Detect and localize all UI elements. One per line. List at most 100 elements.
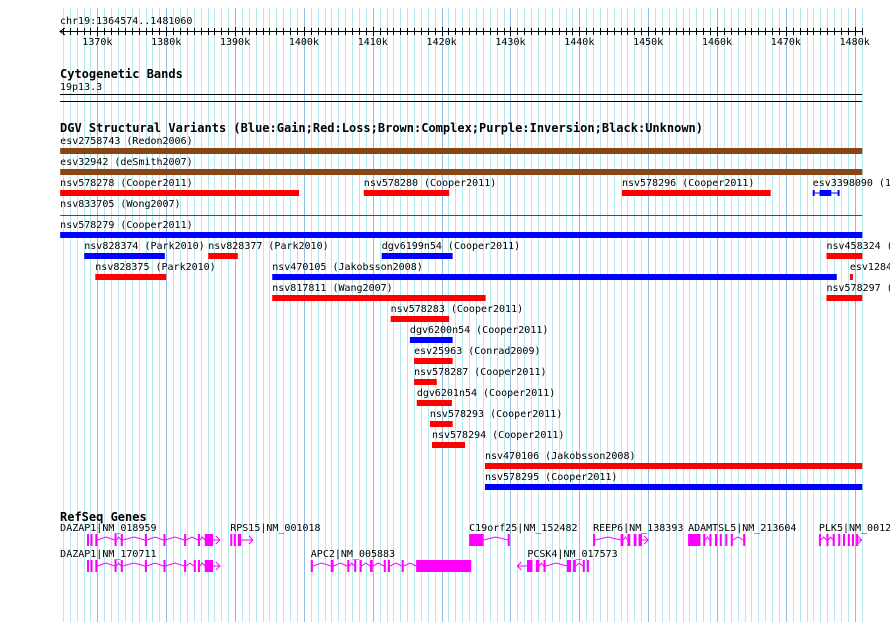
variant-feature[interactable]: nsv828377 (Park2010) [208, 241, 329, 259]
gene-exon[interactable] [114, 560, 117, 572]
gene-exon[interactable] [144, 560, 147, 572]
variant-feature[interactable]: nsv578279 (Cooper2011) [60, 220, 863, 238]
gene-exon[interactable] [204, 560, 214, 572]
gene-exon[interactable] [573, 560, 576, 572]
variant-bar[interactable] [95, 274, 167, 280]
variant-bar[interactable] [60, 232, 863, 238]
gene-exon[interactable] [90, 534, 93, 546]
variant-bar[interactable] [484, 484, 863, 490]
variant-bar[interactable] [414, 379, 437, 385]
gene-exon[interactable] [633, 534, 637, 546]
gene-exon[interactable] [184, 560, 187, 572]
gene-exon[interactable] [87, 534, 90, 546]
gene-exon[interactable] [586, 560, 589, 572]
gene-exon[interactable] [620, 534, 624, 546]
gene-exon[interactable] [95, 534, 98, 546]
variant-feature[interactable]: nsv578293 (Cooper2011) [429, 409, 562, 427]
gene-exon[interactable] [725, 534, 728, 546]
variant-feature[interactable]: nsv458324 ( [826, 241, 890, 259]
gene-exon[interactable] [832, 534, 835, 546]
variant-bar[interactable] [416, 400, 452, 406]
variant-bar[interactable] [414, 358, 453, 364]
gene-exon[interactable] [144, 534, 147, 546]
variant-bar[interactable] [826, 253, 863, 259]
variant-feature[interactable]: esv25963 (Conrad2009) [414, 346, 541, 364]
gene-exon[interactable] [310, 560, 313, 572]
variant-bar[interactable] [60, 169, 863, 175]
variant-feature[interactable]: nsv578296 (Cooper2011) [621, 178, 771, 196]
variant-feature[interactable]: nsv470106 (Jakobsson2008) [484, 451, 863, 469]
variant-feature[interactable]: nsv578297 ( [826, 283, 890, 301]
variant-bar[interactable] [363, 190, 450, 196]
variant-feature[interactable]: nsv578295 (Cooper2011) [484, 472, 863, 490]
variant-feature[interactable]: dgv6199n54 (Cooper2011) [381, 241, 520, 259]
variant-feature[interactable]: nsv828374 (Park2010) [84, 241, 205, 259]
gene-exon[interactable] [818, 534, 821, 546]
gene-exon[interactable] [387, 560, 390, 572]
variant-feature[interactable]: esv3398090 (1 [812, 178, 890, 196]
variant-bar[interactable] [390, 316, 450, 322]
variant-bar[interactable] [431, 442, 466, 448]
variant-feature[interactable]: nsv578294 (Cooper2011) [431, 430, 564, 448]
gene-exon[interactable] [627, 534, 631, 546]
gene-feature[interactable]: RPS15|NM_001018 [230, 523, 321, 546]
variant-bar[interactable] [84, 253, 165, 259]
gene-exon[interactable] [688, 534, 701, 546]
gene-exon[interactable] [347, 560, 350, 572]
gene-exon[interactable] [543, 560, 546, 572]
variant-bar[interactable] [826, 295, 863, 301]
gene-exon[interactable] [114, 534, 117, 546]
gene-exon[interactable] [95, 560, 98, 572]
variant-bar[interactable] [849, 274, 853, 280]
gene-exon[interactable] [507, 534, 510, 546]
variant-bar[interactable] [429, 421, 453, 427]
variant-bar-thick[interactable] [819, 190, 832, 196]
gene-exon[interactable] [719, 534, 722, 546]
variant-bar[interactable] [381, 253, 453, 259]
variant-bar[interactable] [60, 148, 863, 154]
gene-exon[interactable] [383, 560, 386, 572]
gene-exon[interactable] [204, 534, 214, 546]
gene-exon[interactable] [87, 560, 90, 572]
gene-exon[interactable] [230, 534, 233, 546]
gene-exon[interactable] [566, 560, 572, 572]
gene-exon[interactable] [197, 560, 200, 572]
variant-feature[interactable]: nsv817811 (Wang2007) [272, 283, 486, 301]
variant-feature[interactable]: nsv578287 (Cooper2011) [414, 367, 547, 385]
variant-feature[interactable]: dgv6200n54 (Cooper2011) [409, 325, 548, 343]
variant-bar[interactable] [272, 274, 837, 280]
gene-feature[interactable]: C19orf25|NM_152482 [469, 523, 578, 546]
gene-exon[interactable] [709, 534, 712, 546]
gene-exon[interactable] [401, 560, 404, 572]
gene-exon[interactable] [535, 560, 540, 572]
gene-exon[interactable] [743, 534, 746, 546]
gene-exon[interactable] [330, 560, 334, 572]
gene-exon[interactable] [233, 534, 236, 546]
ruler[interactable]: 1370k 1380k 1390k 1400k 1410k 1420k 1430k 1440k… [59, 27, 870, 48]
gene-exon[interactable] [354, 560, 357, 572]
gene-exon[interactable] [703, 534, 706, 546]
gene-exon[interactable] [593, 534, 596, 546]
gene-exon[interactable] [163, 560, 166, 572]
gene-exon[interactable] [526, 560, 533, 572]
gene-feature[interactable]: PCSK4|NM_017573 [516, 549, 618, 572]
variant-bar[interactable] [621, 190, 771, 196]
gene-exon[interactable] [193, 560, 196, 572]
gene-exon[interactable] [826, 534, 829, 546]
gene-exon[interactable] [838, 534, 841, 546]
gene-exon[interactable] [359, 560, 362, 572]
gene-exon[interactable] [120, 534, 123, 546]
gene-exon[interactable] [469, 534, 484, 546]
gene-exon[interactable] [714, 534, 718, 546]
variant-feature[interactable]: nsv470105 (Jakobsson2008) [272, 262, 837, 280]
variant-bar[interactable] [409, 337, 453, 343]
variant-bar[interactable] [60, 190, 300, 196]
dgv-track-title[interactable]: DGV Structural Variants (Blue:Gain;Red:L… [60, 121, 703, 135]
variant-feature[interactable]: nsv578283 (Cooper2011) [390, 304, 523, 322]
gene-exon[interactable] [851, 534, 855, 546]
refseq-track-title[interactable]: RefSeq Genes [60, 510, 147, 524]
gene-exon[interactable] [163, 534, 166, 546]
gene-exon[interactable] [842, 534, 846, 546]
variant-feature[interactable]: esv2758743 (Redon2006) [60, 136, 863, 154]
gene-exon[interactable] [120, 560, 123, 572]
